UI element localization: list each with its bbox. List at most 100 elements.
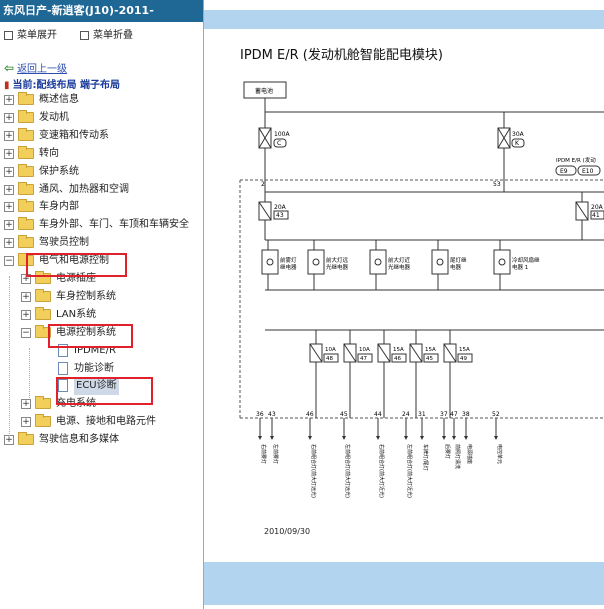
tree-connector (9, 276, 10, 436)
tree-item-label: 电源、接地和电路元件 (56, 416, 156, 428)
tree-item-label: LAN系统 (56, 308, 97, 320)
relay-box (307, 249, 325, 275)
pin-number: 45 (340, 411, 348, 418)
expand-toggle-icon[interactable]: + (21, 399, 31, 410)
tree-item-label: 变速箱和传动系 (39, 129, 109, 141)
relay-box (493, 249, 511, 275)
relay-group: 前雾灯继电器 前大灯远光继电器 前大灯近光继电器 尾灯继电器 冷却风扇继电器 1 (261, 240, 540, 290)
menu-collapse-button[interactable]: 菜单折叠 (80, 26, 133, 41)
document-viewer: IPDM E/R (发动机舱智能配电模块) 蓄电池 100A C 30A K I… (204, 0, 604, 609)
relay-box (431, 249, 449, 275)
tree-item[interactable]: 功能诊断 (0, 360, 200, 378)
expand-toggle-icon[interactable]: + (21, 309, 31, 320)
arrow-down-icon (270, 436, 274, 440)
battery-label: 蓄电池 (255, 87, 273, 95)
tree-item[interactable]: + LAN系统 (0, 306, 200, 324)
tree-item[interactable]: + 发动机 (0, 109, 200, 127)
expand-toggle-icon[interactable]: + (4, 184, 14, 195)
tree-item-label: 车身内部 (39, 201, 79, 213)
pin-number: 24 (402, 411, 410, 418)
arrow-down-icon (442, 436, 446, 440)
navigation-panel: 东风日产-新逍客(J10)-2011- 菜单展开 菜单折叠 ⇦ 返回上一级 ▮ 当前… (0, 0, 204, 609)
arrow-down-icon (376, 436, 380, 440)
expand-toggle-icon[interactable]: + (4, 202, 14, 213)
pin-number: 36 (256, 411, 264, 418)
fuse-amp: 10A (325, 347, 336, 353)
tree-item[interactable]: + 车身内部 (0, 198, 200, 216)
expand-toggle-icon[interactable]: + (4, 435, 14, 446)
tree-item[interactable]: + 电源、接地和电路元件 (0, 413, 200, 431)
tree-item-label: 驾驶员控制 (39, 237, 89, 249)
arrow-down-icon (258, 436, 262, 440)
fuse-20a-1-code: 43 (276, 212, 284, 219)
connector-e9: E9 (560, 168, 568, 175)
back-arrow-icon: ⇦ (4, 61, 15, 75)
output-label: 电源插座 (466, 444, 473, 464)
folder-icon (35, 396, 51, 410)
fuse-amp: 15A (393, 347, 404, 353)
tree-item[interactable]: + 保护系统 (0, 163, 200, 181)
arrow-down-icon (404, 436, 408, 440)
fuse-main-1-amp: 100A (274, 131, 290, 138)
folder-icon (18, 109, 34, 123)
highlight-box-electrical (26, 253, 127, 277)
current-location: ▮ 当前:配线布局 端子布局 (4, 80, 120, 91)
relay-box (261, 249, 279, 275)
expand-icon (4, 30, 13, 40)
tree-item-label: 功能诊断 (74, 362, 114, 374)
tree-item-label: 概述信息 (39, 94, 79, 105)
output-label: 左前雾灯 (272, 444, 279, 464)
document-icon (58, 361, 68, 375)
folder-icon (18, 432, 34, 446)
node-2: 2 (261, 181, 265, 188)
folder-icon (18, 181, 34, 195)
arrow-down-icon (420, 436, 424, 440)
tree-item[interactable]: + 驾驶员控制 (0, 234, 200, 252)
expand-toggle-icon[interactable]: + (4, 148, 14, 159)
relay-label: 冷却风扇继电器 1 (512, 256, 540, 271)
tree-item[interactable]: + 车身控制系统 (0, 288, 200, 306)
folder-icon (18, 199, 34, 213)
folder-icon (18, 163, 34, 177)
node-53: 53 (493, 181, 501, 188)
viewer-bottom-band (204, 562, 604, 605)
fuse-code: 46 (394, 356, 401, 362)
relay-box (369, 249, 387, 275)
tree-item[interactable]: + 转向 (0, 145, 200, 163)
pin-number: 44 (374, 411, 382, 418)
expand-toggle-icon[interactable]: + (21, 291, 31, 302)
expand-toggle-icon[interactable]: + (4, 130, 14, 141)
expand-toggle-icon[interactable]: + (21, 417, 31, 428)
tree-item-label: 发动机 (39, 111, 69, 123)
fuse-code: 48 (326, 356, 333, 362)
output-label: 电控单元 (496, 444, 503, 464)
expand-toggle-icon[interactable]: + (4, 166, 14, 177)
menu-expand-button[interactable]: 菜单展开 (4, 26, 57, 41)
arrow-down-icon (342, 436, 346, 440)
pin-number: 37 (440, 411, 448, 418)
fuse-20a-2-code: 41 (592, 212, 600, 219)
tree-item[interactable]: + 车身外部、车门、车顶和车辆安全 (0, 216, 200, 234)
relay-label: 尾灯继电器 (450, 256, 467, 271)
expand-toggle-icon[interactable]: + (4, 95, 14, 105)
expand-toggle-icon[interactable]: + (4, 220, 14, 231)
back-link[interactable]: ⇦ 返回上一级 (4, 60, 67, 75)
fuse-code: 49 (460, 356, 467, 362)
tree-item[interactable]: + 变速箱和传动系 (0, 127, 200, 145)
collapse-toggle-icon[interactable]: − (4, 256, 14, 267)
expand-toggle-icon[interactable]: + (4, 112, 14, 123)
collapse-toggle-icon[interactable]: − (21, 327, 31, 338)
fuse-main-2-amp: 30A (512, 131, 525, 138)
output-label: 后雾灯 (444, 444, 451, 459)
tree-item[interactable]: + 驾驶信息和多媒体 (0, 431, 200, 449)
highlight-box-power-control (48, 324, 133, 348)
tree-item[interactable]: + 概述信息 (0, 91, 200, 109)
module-label: IPDM E/R (发动 (556, 156, 596, 164)
output-label: 右前雾灯 (260, 444, 267, 464)
tree-item[interactable]: + 通风、加热器和空调 (0, 181, 200, 199)
output-label: 左前组合灯(前大灯远光) (344, 444, 351, 498)
expand-toggle-icon[interactable]: + (4, 238, 14, 249)
fuse-amp: 15A (459, 347, 470, 353)
fuse-20a-2-amp: 20A (591, 204, 604, 211)
pin-number: 31 (418, 411, 426, 418)
